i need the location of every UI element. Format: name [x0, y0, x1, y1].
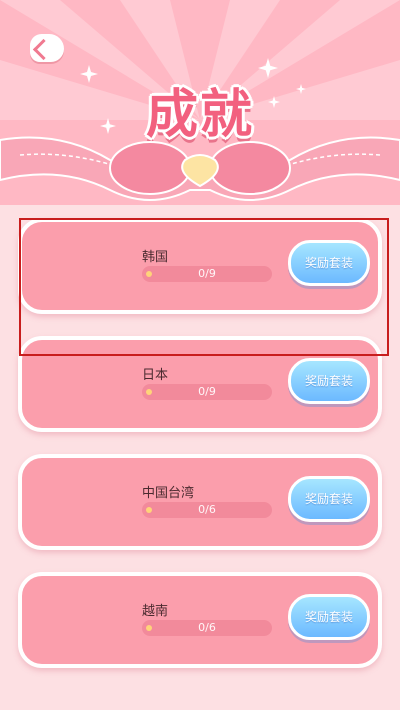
progress-text: 0/6: [198, 621, 216, 634]
back-button[interactable]: [30, 34, 64, 62]
achievement-name: 韩国: [142, 250, 169, 265]
achievement-card: 韩国 0/9 奖励套装: [18, 218, 382, 314]
achievement-name: 日本: [142, 368, 169, 383]
achievement-card: 中国台湾 0/6 奖励套装: [18, 454, 382, 550]
progress-bar: 0/6: [142, 502, 272, 518]
progress-bar: 0/9: [142, 266, 272, 282]
achievement-list: 韩国 0/9 奖励套装 日本 0/9 奖励套装 中国台湾 0/6 奖励套装 越南…: [0, 205, 400, 710]
achievement-name: 中国台湾: [142, 486, 195, 501]
progress-bar: 0/6: [142, 620, 272, 636]
achievement-card: 越南 0/6 奖励套装: [18, 572, 382, 668]
progress-text: 0/6: [198, 503, 216, 516]
progress-bar: 0/9: [142, 384, 272, 400]
header: 成就: [0, 0, 400, 205]
progress-text: 0/9: [198, 385, 216, 398]
reward-set-button[interactable]: 奖励套装: [288, 476, 370, 522]
achievement-card: 日本 0/9 奖励套装: [18, 336, 382, 432]
progress-text: 0/9: [198, 267, 216, 280]
ribbon-bow: [0, 136, 400, 201]
reward-set-button[interactable]: 奖励套装: [288, 594, 370, 640]
reward-set-button[interactable]: 奖励套装: [288, 358, 370, 404]
reward-set-button[interactable]: 奖励套装: [288, 240, 370, 286]
achievement-name: 越南: [142, 604, 169, 619]
